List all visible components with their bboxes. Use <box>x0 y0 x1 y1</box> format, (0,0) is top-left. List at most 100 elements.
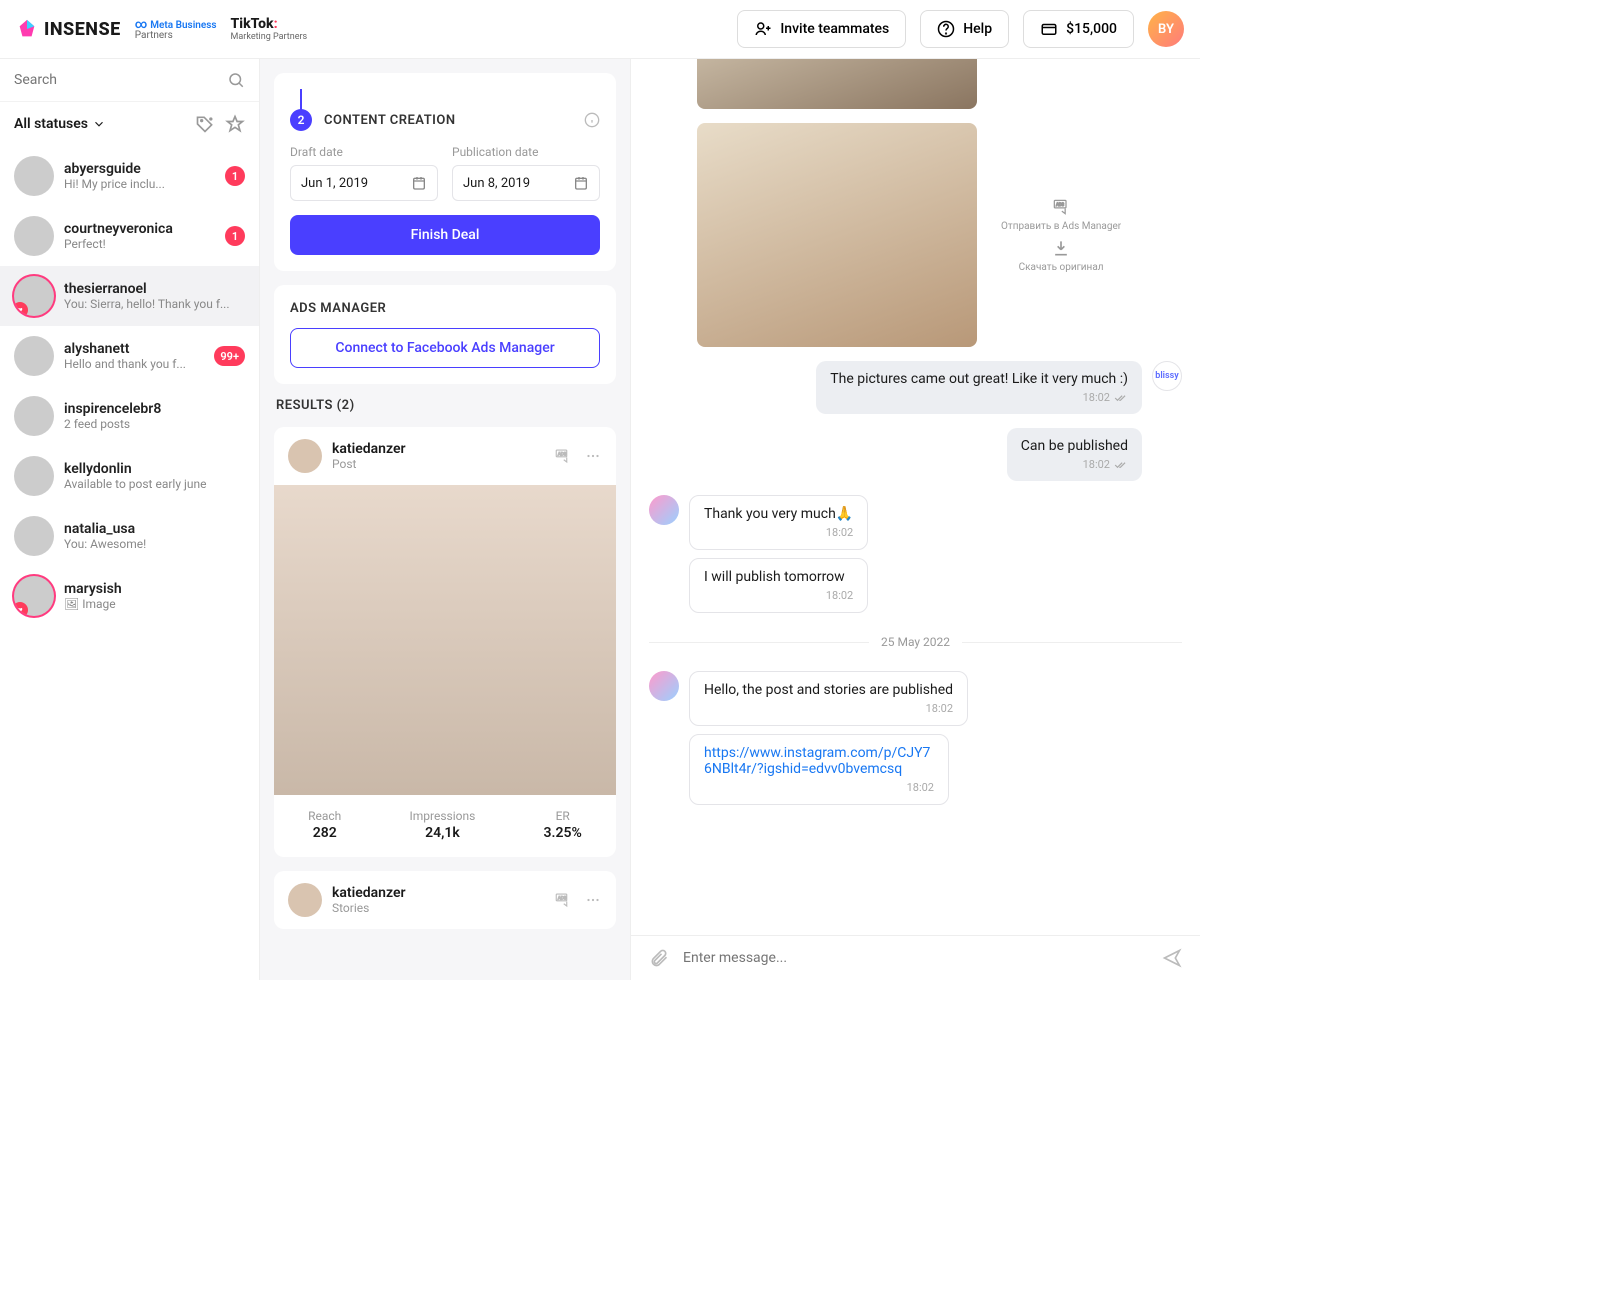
incoming-message: Hello, the post and stories are publishe… <box>649 671 968 805</box>
search-input[interactable] <box>14 72 227 88</box>
connect-ads-manager-button[interactable]: Connect to Facebook Ads Manager <box>290 328 600 368</box>
filter-row: All statuses <box>0 102 259 146</box>
message-input[interactable] <box>683 950 1148 966</box>
results-title: RESULTS (2) <box>274 398 616 413</box>
svg-text:ADS: ADS <box>558 451 567 457</box>
svg-text:ADS: ADS <box>1056 203 1064 208</box>
tag-filter-icon[interactable] <box>195 114 215 134</box>
result-avatar[interactable] <box>288 439 322 473</box>
result-avatar[interactable] <box>288 883 322 917</box>
conversation-item[interactable]: inspirencelebr8 2 feed posts <box>0 386 259 446</box>
result-card: katiedanzer Stories ADS <box>274 871 616 929</box>
date-separator: 25 May 2022 <box>649 635 1182 649</box>
draft-date-label: Draft date <box>290 145 438 159</box>
conversation-preview: You: Awesome! <box>64 537 245 551</box>
tiktok-partner-badge: TikTok: Marketing Partners <box>231 16 308 42</box>
conversation-preview: Hello and thank you f... <box>64 357 204 371</box>
conversation-preview: You: Sierra, hello! Thank you f... <box>64 297 245 311</box>
creator-avatar[interactable] <box>649 671 679 701</box>
invite-teammates-button[interactable]: Invite teammates <box>737 10 906 48</box>
conversation-preview: Available to post early june <box>64 477 245 491</box>
conversation-name: courtneyveronica <box>64 221 215 237</box>
content-creation-card: 2 CONTENT CREATION Draft date Jun 1, 201… <box>274 73 616 271</box>
image-message[interactable] <box>697 123 977 347</box>
result-author[interactable]: katiedanzer <box>332 885 544 901</box>
user-avatar[interactable]: BY <box>1148 11 1184 47</box>
conversation-preview: 2 feed posts <box>64 417 245 431</box>
download-original-action[interactable]: Скачать оригинал <box>1001 238 1121 273</box>
search-icon[interactable] <box>227 71 245 89</box>
conversation-name: abyersguide <box>64 161 215 177</box>
read-icon <box>1114 460 1128 470</box>
conversation-preview: 🖼 Image <box>64 597 245 611</box>
status-filter-dropdown[interactable]: All statuses <box>14 116 106 132</box>
read-icon <box>1114 393 1128 403</box>
result-author[interactable]: katiedanzer <box>332 441 544 457</box>
conversation-item[interactable]: ♥ thesierranoel You: Sierra, hello! Than… <box>0 266 259 326</box>
conversation-item[interactable]: ♥ marysish 🖼 Image <box>0 566 259 626</box>
conversation-avatar <box>14 336 54 376</box>
link-message[interactable]: https://www.instagram.com/p/CJY76NBlt4r/… <box>689 734 949 805</box>
balance-button[interactable]: $15,000 <box>1023 10 1134 48</box>
ads-manager-title: ADS MANAGER <box>290 301 600 316</box>
conversation-item[interactable]: kellydonlin Available to post early june <box>0 446 259 506</box>
conversation-item[interactable]: courtneyveronica Perfect! 1 <box>0 206 259 266</box>
send-ads-icon[interactable]: ADS <box>554 891 572 909</box>
conversation-name: marysish <box>64 581 245 597</box>
user-plus-icon <box>754 20 772 38</box>
conversation-preview: Hi! My price inclu... <box>64 177 215 191</box>
conversation-item[interactable]: abyersguide Hi! My price inclu... 1 <box>0 146 259 206</box>
brand-icon <box>16 18 38 40</box>
help-icon <box>937 20 955 38</box>
message-list: ADS Отправить в Ads Manager Скачать ориг… <box>631 59 1200 935</box>
conversation-avatar: ♥ <box>14 576 54 616</box>
publication-date-input[interactable]: Jun 8, 2019 <box>452 165 600 201</box>
unread-badge: 99+ <box>214 346 245 366</box>
conversation-preview: Perfect! <box>64 237 215 251</box>
incoming-message: Thank you very much🙏18:02 I will publish… <box>649 495 868 613</box>
conversation-avatar <box>14 396 54 436</box>
ads-manager-card: ADS MANAGER Connect to Facebook Ads Mana… <box>274 285 616 384</box>
outgoing-message: The pictures came out great! Like it ver… <box>816 361 1182 414</box>
calendar-icon <box>573 175 589 191</box>
chat-panel: ADS Отправить в Ads Manager Скачать ориг… <box>630 59 1200 980</box>
conversation-item[interactable]: alyshanett Hello and thank you f... 99+ <box>0 326 259 386</box>
more-icon[interactable] <box>584 891 602 909</box>
conversation-name: thesierranoel <box>64 281 245 297</box>
svg-text:ADS: ADS <box>558 895 567 901</box>
star-filter-icon[interactable] <box>225 114 245 134</box>
unread-badge: 1 <box>225 166 245 186</box>
info-icon[interactable] <box>584 112 600 128</box>
download-icon <box>1051 238 1071 258</box>
conversation-list: abyersguide Hi! My price inclu... 1 cour… <box>0 146 259 980</box>
conversation-avatar <box>14 516 54 556</box>
meta-partner-badge: ∞ Meta Business Partners <box>135 18 217 41</box>
help-button[interactable]: Help <box>920 10 1009 48</box>
send-icon[interactable] <box>1162 948 1182 968</box>
more-icon[interactable] <box>584 447 602 465</box>
result-image[interactable] <box>274 485 616 795</box>
result-card: katiedanzer Post ADS Reach282 Impression… <box>274 427 616 857</box>
conversation-name: kellydonlin <box>64 461 245 477</box>
wallet-icon <box>1040 20 1058 38</box>
publication-date-label: Publication date <box>452 145 600 159</box>
conversation-avatar <box>14 156 54 196</box>
brand-avatar: blissy <box>1152 361 1182 391</box>
search-bar <box>0 59 259 102</box>
draft-date-input[interactable]: Jun 1, 2019 <box>290 165 438 201</box>
attachment-icon[interactable] <box>649 948 669 968</box>
send-ads-icon[interactable]: ADS <box>554 447 572 465</box>
conversation-avatar <box>14 456 54 496</box>
conversation-name: inspirencelebr8 <box>64 401 245 417</box>
chevron-down-icon <box>92 117 106 131</box>
send-to-ads-action[interactable]: ADS Отправить в Ads Manager <box>1001 197 1121 232</box>
image-message[interactable] <box>697 59 977 109</box>
step-number: 2 <box>290 109 312 131</box>
brand-logo[interactable]: INSENSE <box>16 18 121 40</box>
creator-avatar[interactable] <box>649 495 679 525</box>
conversation-name: natalia_usa <box>64 521 245 537</box>
finish-deal-button[interactable]: Finish Deal <box>290 215 600 255</box>
step-title: CONTENT CREATION <box>324 113 456 128</box>
conversation-item[interactable]: natalia_usa You: Awesome! <box>0 506 259 566</box>
topbar: INSENSE ∞ Meta Business Partners TikTok:… <box>0 0 1200 59</box>
